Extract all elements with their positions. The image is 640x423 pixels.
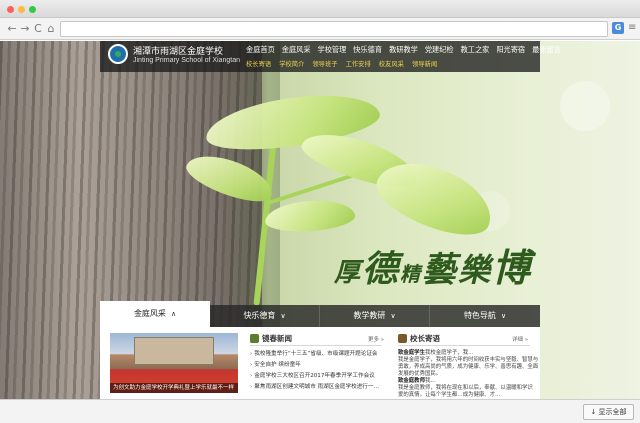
address-bar[interactable]: ☆ bbox=[60, 21, 608, 37]
download-bar: ↓ 显示全部 bbox=[0, 399, 640, 423]
school-name-en: Jinting Primary School of Xiangtan bbox=[133, 57, 240, 64]
motto-char: 厚 bbox=[334, 258, 363, 288]
main-nav: 金庭首页 金庭风采 学校管理 快乐德育 教研教学 党建纪检 教工之家 阳光寄宿 … bbox=[246, 45, 561, 55]
chevron-up-icon: ∧ bbox=[170, 310, 177, 318]
extension-icon[interactable]: G bbox=[612, 22, 624, 34]
news-photo[interactable]: 为创文助力金庭学校开学典礼暨上学乐就最不一样 bbox=[110, 333, 238, 393]
forward-arrow-icon[interactable]: → bbox=[18, 22, 32, 36]
subnav-item[interactable]: 校长寄语 bbox=[246, 59, 271, 68]
news-more-link[interactable]: 更多 » bbox=[368, 335, 384, 343]
news-item-text: 安全自护 缤纷童年 bbox=[254, 362, 301, 368]
sub-nav: 校长寄语 学校简介 领导班子 工作安排 校友风采 领导新闻 bbox=[246, 59, 437, 68]
show-all-downloads-button[interactable]: ↓ 显示全部 bbox=[583, 404, 634, 420]
maximize-window-button[interactable] bbox=[29, 6, 36, 13]
bokeh-light bbox=[560, 81, 610, 131]
news-section-title: 镜春新闻 bbox=[262, 334, 292, 343]
news-icon bbox=[250, 334, 259, 343]
news-item[interactable]: › 金庭学校三大校区召开2017年春季开学工作会议 bbox=[250, 371, 375, 379]
nav-item-management[interactable]: 学校管理 bbox=[318, 45, 347, 55]
school-name-cn: 湘潭市雨湖区金庭学校 bbox=[133, 47, 224, 57]
principal-more-link[interactable]: 详细 » bbox=[512, 335, 528, 343]
school-seal-icon bbox=[108, 44, 128, 64]
nav-item-messages[interactable]: 最新留言 bbox=[532, 45, 561, 55]
principal-message-icon bbox=[398, 334, 407, 343]
title-bar bbox=[0, 0, 640, 18]
motto-char: 博 bbox=[492, 245, 533, 290]
chevron-down-icon: ∨ bbox=[280, 312, 286, 320]
motto-char: 精 bbox=[400, 262, 423, 286]
nav-item-teaching[interactable]: 教研教学 bbox=[389, 45, 418, 55]
page-viewport: 湘潭市雨湖区金庭学校 Jinting Primary School of Xia… bbox=[0, 41, 640, 399]
browser-window: ← → C ⌂ ☆ G ≡ 湘潭市雨湖区金庭学校 Jinting Primary… bbox=[0, 0, 640, 423]
browser-toolbar: ← → C ⌂ ☆ G ≡ bbox=[0, 18, 640, 40]
minimize-window-button[interactable] bbox=[18, 6, 25, 13]
bullet-icon: › bbox=[250, 384, 253, 390]
motto-char: 樂 bbox=[458, 251, 493, 289]
browser-menu-icon[interactable]: ≡ bbox=[628, 22, 636, 33]
content-panel: 为创文助力金庭学校开学典礼暨上学乐就最不一样 镜春新闻 更多 » › 我校隆重举行… bbox=[100, 327, 540, 399]
subnav-item[interactable]: 学校简介 bbox=[279, 59, 304, 68]
photo-caption: 为创文助力金庭学校开学典礼暨上学乐就最不一样 bbox=[110, 383, 238, 393]
section-tab-bar: 金庭风采 ∧ 快乐德育 ∨ 教学教研 ∨ 特色导航 ∨ bbox=[100, 301, 540, 327]
nav-item-home[interactable]: 金庭首页 bbox=[246, 45, 275, 55]
subnav-item[interactable]: 校友风采 bbox=[379, 59, 404, 68]
tab-featured-nav[interactable]: 特色导航 ∨ bbox=[430, 305, 540, 327]
principal-section-title: 校长寄语 bbox=[410, 334, 440, 343]
principal-divider bbox=[398, 345, 530, 346]
nav-item-party[interactable]: 党建纪检 bbox=[425, 45, 454, 55]
school-logo[interactable]: 湘潭市雨湖区金庭学校 Jinting Primary School of Xia… bbox=[108, 43, 240, 71]
motto-char: 藝 bbox=[422, 250, 459, 290]
bullet-icon: › bbox=[250, 351, 253, 357]
tab-label: 教学教研 bbox=[353, 311, 386, 320]
news-item-text: 金庭学校三大校区召开2017年春季开学工作会议 bbox=[254, 373, 375, 379]
school-motto: 厚德精藝樂博 bbox=[334, 237, 532, 292]
tab-label: 快乐德育 bbox=[243, 311, 276, 320]
show-all-label: 显示全部 bbox=[598, 408, 627, 416]
home-icon[interactable]: ⌂ bbox=[44, 22, 58, 36]
nav-item-style[interactable]: 金庭风采 bbox=[282, 45, 311, 55]
chevron-down-icon: ∨ bbox=[390, 312, 396, 320]
news-item[interactable]: › 聚焦雨湖区创建文明城市 雨湖区金庭学校进行一… bbox=[250, 382, 379, 390]
tab-teaching-research[interactable]: 教学教研 ∨ bbox=[320, 305, 430, 327]
news-item[interactable]: › 我校隆重举行“十三五”省级、市级课题开题论证会 bbox=[250, 349, 378, 357]
principal-line-text: 爱的真情，让每个学生都…成为健康、才… bbox=[398, 392, 501, 398]
subnav-item[interactable]: 领导班子 bbox=[312, 59, 337, 68]
school-building-image bbox=[134, 337, 214, 365]
news-item-text: 聚焦雨湖区创建文明城市 雨湖区金庭学校进行一… bbox=[254, 384, 380, 390]
download-icon: ↓ bbox=[590, 408, 597, 416]
nav-item-moral[interactable]: 快乐德育 bbox=[353, 45, 382, 55]
tab-happy-moral[interactable]: 快乐德育 ∨ bbox=[210, 305, 320, 327]
bullet-icon: › bbox=[250, 373, 253, 379]
news-item-text: 我校隆重举行“十三五”省级、市级课题开题论证会 bbox=[254, 351, 378, 357]
back-arrow-icon[interactable]: ← bbox=[5, 22, 19, 36]
motto-char: 德 bbox=[362, 248, 401, 290]
news-item[interactable]: › 安全自护 缤纷童年 bbox=[250, 360, 301, 368]
bullet-icon: › bbox=[250, 362, 253, 368]
close-window-button[interactable] bbox=[7, 6, 14, 13]
news-divider bbox=[250, 345, 382, 346]
subnav-item[interactable]: 工作安排 bbox=[346, 59, 371, 68]
reload-icon[interactable]: C bbox=[31, 22, 45, 36]
tab-label: 金庭风采 bbox=[133, 309, 166, 318]
tab-jinting-style[interactable]: 金庭风采 ∧ bbox=[100, 301, 210, 327]
nav-item-boarding[interactable]: 阳光寄宿 bbox=[496, 45, 525, 55]
nav-item-staff[interactable]: 教工之家 bbox=[461, 45, 490, 55]
tab-label: 特色导航 bbox=[463, 311, 496, 320]
subnav-item[interactable]: 领导新闻 bbox=[412, 59, 437, 68]
chevron-down-icon: ∨ bbox=[500, 312, 507, 320]
principal-line: 爱的真情，让每个学生都…成为健康、才… bbox=[398, 390, 500, 398]
